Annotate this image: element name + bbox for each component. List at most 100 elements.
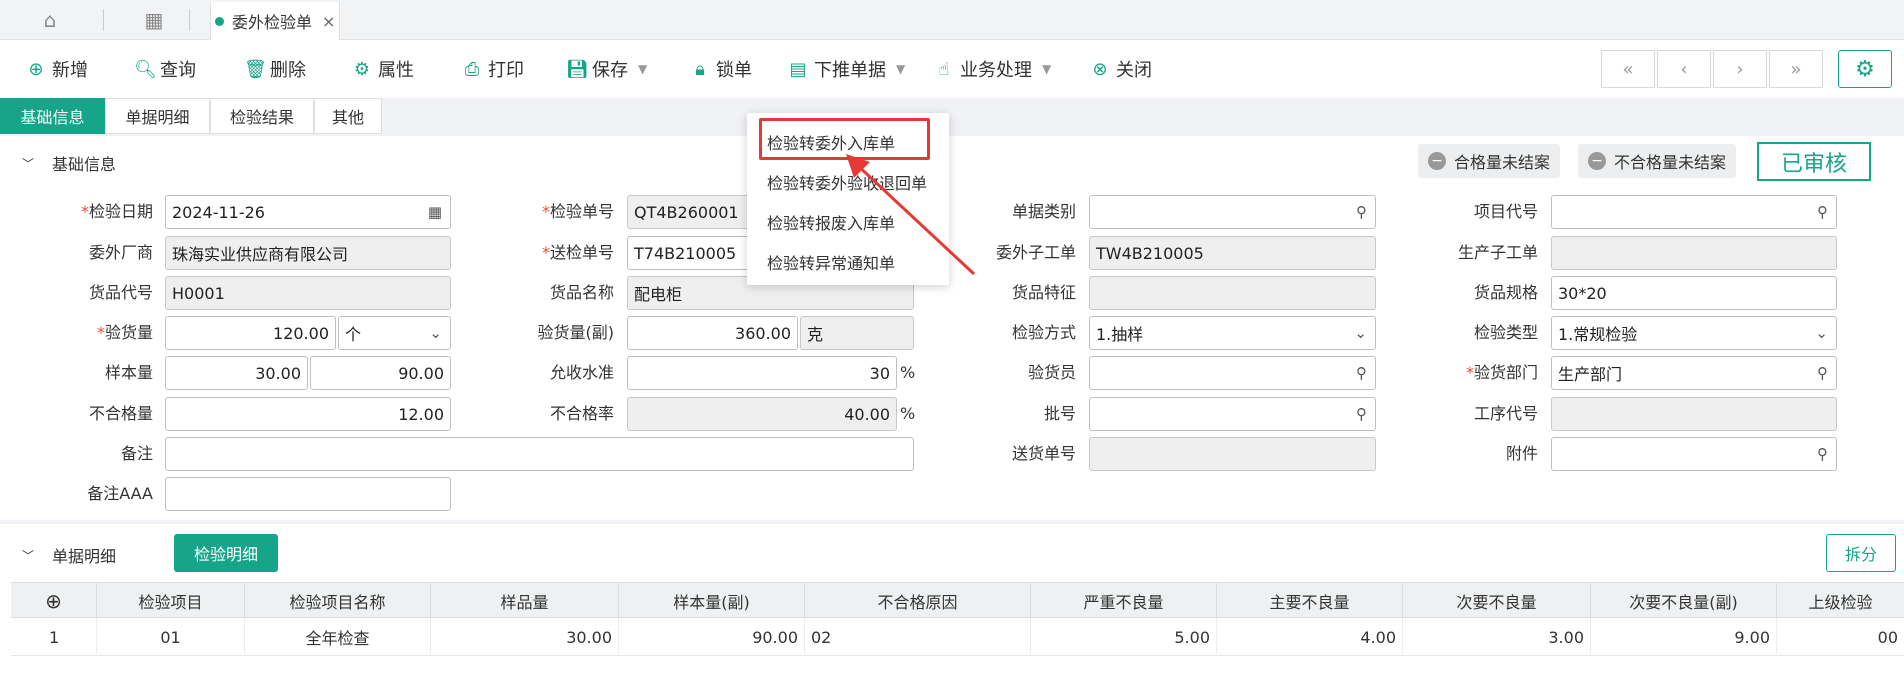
- column-header[interactable]: 检验项目名称: [245, 583, 431, 619]
- tab-basic-info[interactable]: 基础信息: [0, 98, 105, 134]
- close-tab-icon[interactable]: ×: [322, 12, 335, 31]
- basic-info-header[interactable]: ﹀ 基础信息: [22, 151, 116, 175]
- column-header[interactable]: 检验项目: [97, 583, 245, 619]
- table-cell[interactable]: 9.00: [1591, 618, 1777, 656]
- delivery-no-field[interactable]: [1089, 437, 1376, 471]
- sample-qty-field[interactable]: 30.00: [165, 356, 308, 390]
- item-feature-field[interactable]: [1089, 276, 1376, 310]
- project-code-field[interactable]: ⚲: [1551, 195, 1837, 229]
- search-icon[interactable]: ⚲: [1817, 364, 1828, 382]
- calendar-icon[interactable]: ▦: [428, 203, 442, 221]
- search-icon[interactable]: ⚲: [1356, 203, 1367, 221]
- table-cell[interactable]: 90.00: [619, 618, 805, 656]
- search-icon[interactable]: ⚲: [1356, 364, 1367, 382]
- search-icon[interactable]: ⚲: [1356, 405, 1367, 423]
- tab-outsource-inspection[interactable]: 委外检验单 ×: [210, 2, 340, 40]
- inspect-qty2-field[interactable]: 360.00: [627, 316, 798, 350]
- first-record-button[interactable]: «: [1601, 50, 1655, 88]
- inspect-method-select[interactable]: 1.抽样 ⌄: [1089, 316, 1376, 350]
- doc-type-field[interactable]: ⚲: [1089, 195, 1376, 229]
- properties-label: 属性: [378, 60, 414, 81]
- item-code-field[interactable]: H0001: [165, 276, 451, 310]
- table-cell[interactable]: 4.00: [1217, 618, 1403, 656]
- column-header[interactable]: 不合格原因: [805, 583, 1031, 619]
- query-button[interactable]: 🔍︎ 查询: [134, 56, 196, 82]
- field-value: 30*20: [1558, 283, 1607, 303]
- column-header[interactable]: 次要不良量: [1403, 583, 1591, 619]
- accept-level-field[interactable]: 30: [627, 356, 897, 390]
- column-header[interactable]: 主要不良量: [1217, 583, 1403, 619]
- print-button[interactable]: ⎙ 打印: [462, 56, 524, 82]
- inspect-unit-select[interactable]: 个 ⌄: [338, 316, 451, 350]
- lock-button[interactable]: 🔒︎ 锁单: [690, 56, 752, 82]
- inspect-qty-field[interactable]: 120.00: [165, 316, 336, 350]
- inspect-date-field[interactable]: 2024-11-26 ▦: [165, 195, 451, 229]
- prev-record-button[interactable]: ‹: [1657, 50, 1711, 88]
- sample-qty-label: 样本量: [104, 363, 153, 382]
- defect-rate-field[interactable]: 40.00: [627, 397, 897, 431]
- push-down-button[interactable]: ▤ 下推单据 ▼: [788, 56, 905, 82]
- field-value: 个: [345, 325, 362, 344]
- delete-button[interactable]: 🗑︎ 删除: [244, 56, 306, 82]
- properties-button[interactable]: ⚙ 属性: [352, 56, 414, 82]
- tab-other[interactable]: 其他: [314, 98, 382, 134]
- percent-sign: %: [900, 363, 916, 382]
- settings-button[interactable]: ⚙: [1838, 50, 1892, 88]
- table-cell[interactable]: 全年检查: [245, 618, 431, 656]
- last-record-button[interactable]: »: [1769, 50, 1823, 88]
- column-header[interactable]: 样本量(副): [619, 583, 805, 619]
- printer-icon: ⎙: [464, 58, 480, 80]
- batch-field[interactable]: ⚲: [1089, 397, 1376, 431]
- column-header[interactable]: 样品量: [431, 583, 619, 619]
- table-cell[interactable]: 5.00: [1031, 618, 1217, 656]
- table-cell[interactable]: 01: [97, 618, 245, 656]
- sub-order-label: 委外子工单: [995, 243, 1076, 262]
- item-spec-field[interactable]: 30*20: [1551, 276, 1837, 310]
- prev-icon: ‹: [1680, 58, 1688, 80]
- table-cell[interactable]: 02: [805, 618, 1031, 656]
- defect-qty-field[interactable]: 12.00: [165, 397, 451, 431]
- remark-field[interactable]: [165, 437, 914, 471]
- save-button[interactable]: 💾︎ 保存 ▼: [566, 56, 647, 82]
- document-details-header[interactable]: ﹀ 单据明细: [22, 543, 116, 567]
- inspect-dept-field[interactable]: 生产部门 ⚲: [1551, 356, 1837, 390]
- tab-inspection-results[interactable]: 检验结果: [210, 98, 314, 134]
- vendor-field[interactable]: 珠海实业供应商有限公司: [165, 236, 451, 270]
- remark-aaa-field[interactable]: [165, 477, 451, 511]
- column-header[interactable]: 严重不良量: [1031, 583, 1217, 619]
- inspection-detail-tab-button[interactable]: 检验明细: [174, 534, 278, 572]
- sample-qty-secondary-field[interactable]: 90.00: [310, 356, 451, 390]
- search-icon[interactable]: ⚲: [1817, 203, 1828, 221]
- search-icon[interactable]: ⚲: [1817, 445, 1828, 463]
- attachment-field[interactable]: ⚲: [1551, 437, 1837, 471]
- table-cell[interactable]: 30.00: [431, 618, 619, 656]
- inspect-qty2-unit-field[interactable]: 克: [800, 316, 914, 350]
- process-code-field[interactable]: [1551, 397, 1837, 431]
- sub-order-field[interactable]: TW4B210005: [1089, 236, 1376, 270]
- pass-qty-unclosed-badge[interactable]: − 合格量未结案: [1418, 144, 1561, 178]
- tab-separator: [189, 9, 190, 31]
- field-value: 360.00: [735, 323, 791, 343]
- apps-icon[interactable]: ▦: [142, 8, 166, 32]
- inspector-field[interactable]: ⚲: [1089, 356, 1376, 390]
- table-row[interactable]: 1 01 全年检查 30.00 90.00 02 5.00 4.00 3.00 …: [11, 618, 1904, 656]
- prod-sub-order-field[interactable]: [1551, 236, 1837, 270]
- hand-pointer-icon: ☝: [938, 58, 950, 80]
- close-button[interactable]: ⊗ 关闭: [1090, 56, 1152, 82]
- column-header[interactable]: 次要不良量(副): [1591, 583, 1777, 619]
- split-button[interactable]: 拆分: [1826, 534, 1896, 572]
- next-record-button[interactable]: ›: [1713, 50, 1767, 88]
- approved-label: 已审核: [1780, 151, 1847, 177]
- add-row-icon[interactable]: ⊕: [11, 583, 97, 619]
- business-button[interactable]: ☝ 业务处理 ▼: [934, 56, 1052, 82]
- tab-document-details[interactable]: 单据明细: [105, 98, 210, 134]
- home-icon[interactable]: ⌂: [38, 8, 62, 32]
- inspect-type-select[interactable]: 1.常规检验 ⌄: [1551, 316, 1837, 350]
- last-icon: »: [1790, 58, 1802, 80]
- column-header[interactable]: 上级检验: [1777, 583, 1904, 619]
- table-cell[interactable]: 00: [1777, 618, 1904, 656]
- table-cell[interactable]: 3.00: [1403, 618, 1591, 656]
- field-value: 配电柜: [634, 285, 683, 304]
- fail-qty-unclosed-badge[interactable]: − 不合格量未结案: [1578, 144, 1737, 178]
- add-button[interactable]: ⊕ 新增: [26, 56, 88, 82]
